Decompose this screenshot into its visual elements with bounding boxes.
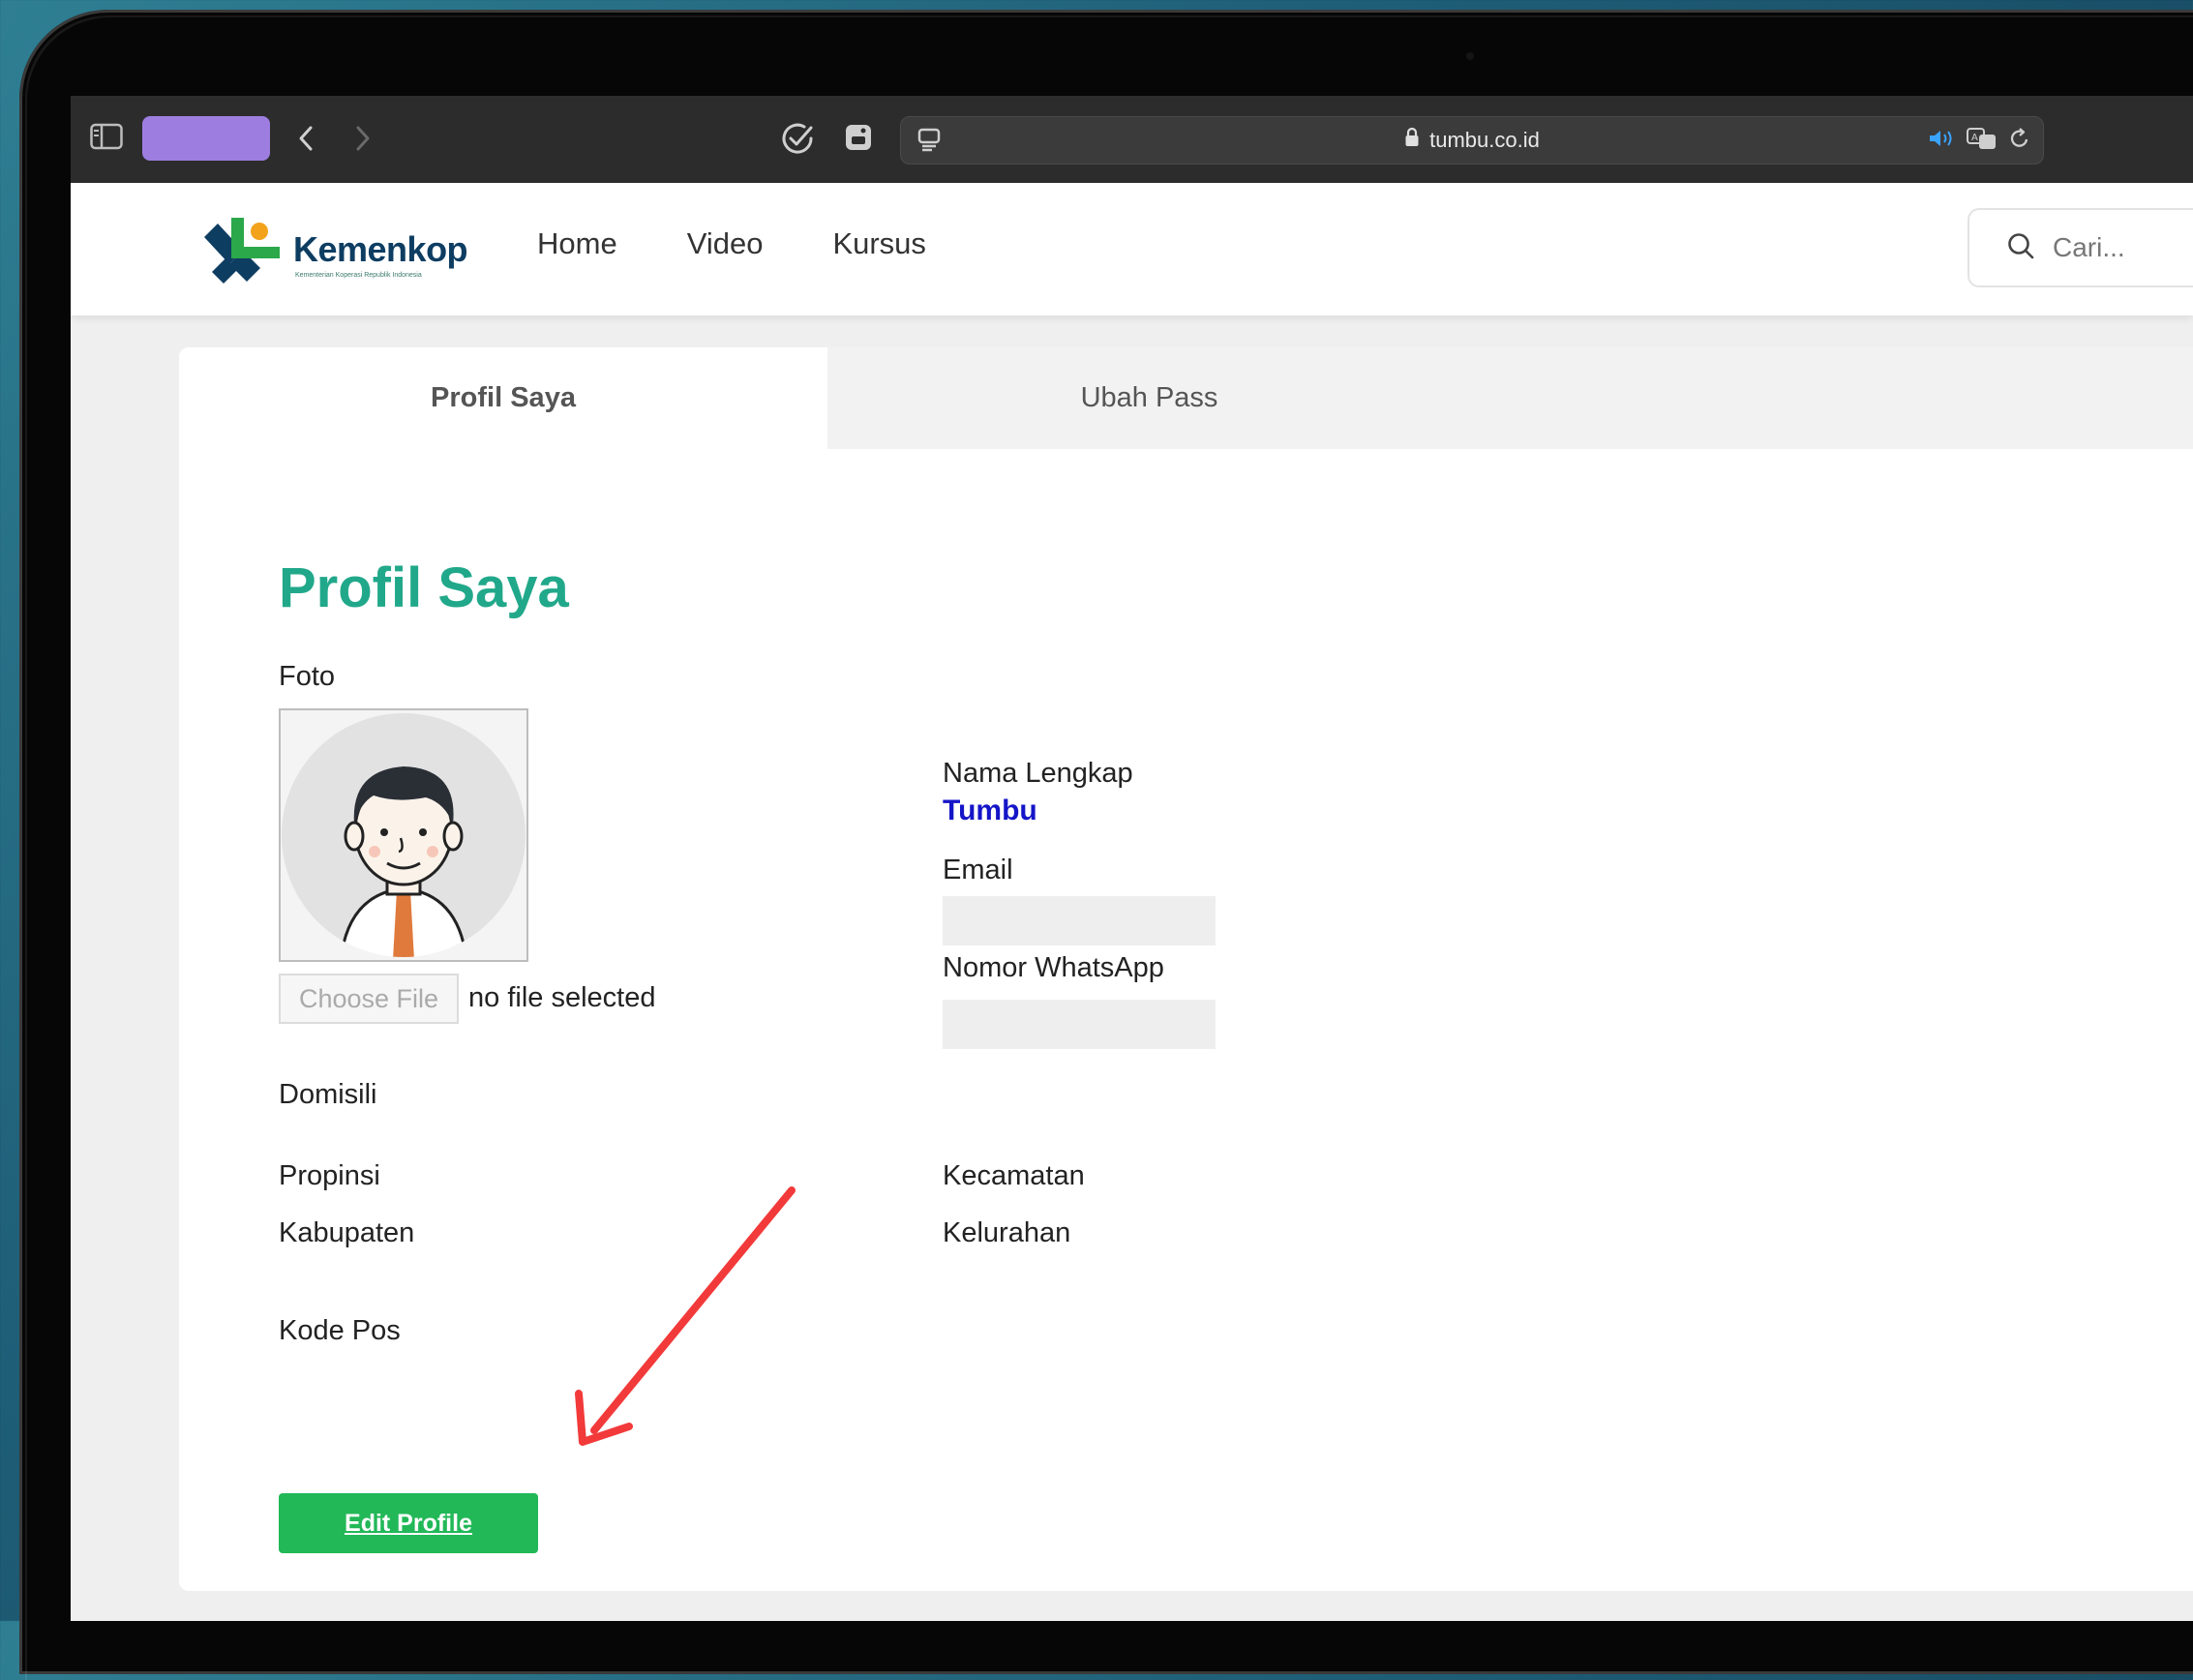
kemenkop-logo[interactable]: Kemenkop Kementerian Koperasi Republik I…: [196, 208, 477, 295]
page-title: Profil Saya: [279, 556, 569, 619]
nav-home[interactable]: Home: [537, 226, 617, 261]
choose-file-button[interactable]: Choose File: [279, 974, 459, 1024]
edit-profile-button[interactable]: Edit Profile: [279, 1493, 538, 1553]
address-bar[interactable]: tumbu.co.id A: [900, 116, 2044, 165]
email-label: Email: [943, 855, 1013, 885]
url-text[interactable]: tumbu.co.id: [1429, 128, 1540, 153]
tab-ubah-pass[interactable]: Ubah Pass: [827, 347, 1471, 449]
tab-bar-fill: [1471, 347, 2193, 449]
sidebar-toggle-icon[interactable]: [90, 123, 123, 150]
svg-text:A: A: [1971, 133, 1978, 143]
nama-lengkap-label: Nama Lengkap: [943, 758, 1133, 789]
kabupaten-label: Kabupaten: [279, 1217, 415, 1248]
logo-title: Kemenkop: [293, 229, 468, 269]
screen: tumbu.co.id A Kemenkop Kementerian Koper…: [71, 96, 2193, 1621]
kode-pos-label: Kode Pos: [279, 1315, 401, 1346]
foto-label: Foto: [279, 661, 336, 692]
extension-icon[interactable]: [842, 121, 875, 154]
avatar-placeholder-icon: [282, 713, 526, 957]
propinsi-label: Propinsi: [279, 1160, 380, 1191]
speaker-icon[interactable]: [1927, 127, 1956, 155]
checkmark-circle-icon[interactable]: [778, 119, 817, 158]
browser-toolbar: tumbu.co.id A: [71, 96, 2193, 183]
nama-lengkap-value: Tumbu: [943, 795, 1037, 826]
main-nav: Home Video Kursus: [537, 226, 926, 261]
reload-icon[interactable]: [2008, 127, 2031, 155]
domisili-label: Domisili: [279, 1079, 377, 1110]
email-value-redacted: [943, 896, 1216, 945]
whatsapp-label: Nomor WhatsApp: [943, 952, 1164, 983]
kemenkop-logo-mark-icon: [204, 218, 280, 284]
search-input[interactable]: [2051, 231, 2193, 264]
file-status: no file selected: [468, 982, 656, 1013]
search-box[interactable]: [1968, 208, 2193, 287]
whatsapp-value-redacted: [943, 1000, 1216, 1049]
translate-icon[interactable]: A: [1966, 126, 1998, 156]
profile-tabs: Profil Saya Ubah Pass: [179, 347, 2193, 449]
lock-icon: [1404, 127, 1420, 154]
logo-subtitle: Kementerian Koperasi Republik Indonesia: [295, 272, 422, 279]
kelurahan-label: Kelurahan: [943, 1217, 1071, 1248]
profile-photo: [279, 708, 528, 962]
camera-dot: [1466, 52, 1474, 60]
profile-card: Profil Saya Ubah Pass Profil Saya Foto C…: [179, 347, 2193, 1591]
tab-group-pill[interactable]: [142, 116, 270, 161]
nav-kursus[interactable]: Kursus: [832, 226, 925, 261]
tab-profil-saya[interactable]: Profil Saya: [179, 347, 827, 449]
search-icon: [2006, 231, 2035, 265]
back-arrow-icon[interactable]: [291, 121, 320, 156]
forward-arrow-icon[interactable]: [348, 121, 377, 156]
kecamatan-label: Kecamatan: [943, 1160, 1085, 1191]
site-header: Kemenkop Kementerian Koperasi Republik I…: [71, 183, 2193, 315]
nav-video[interactable]: Video: [687, 226, 764, 261]
